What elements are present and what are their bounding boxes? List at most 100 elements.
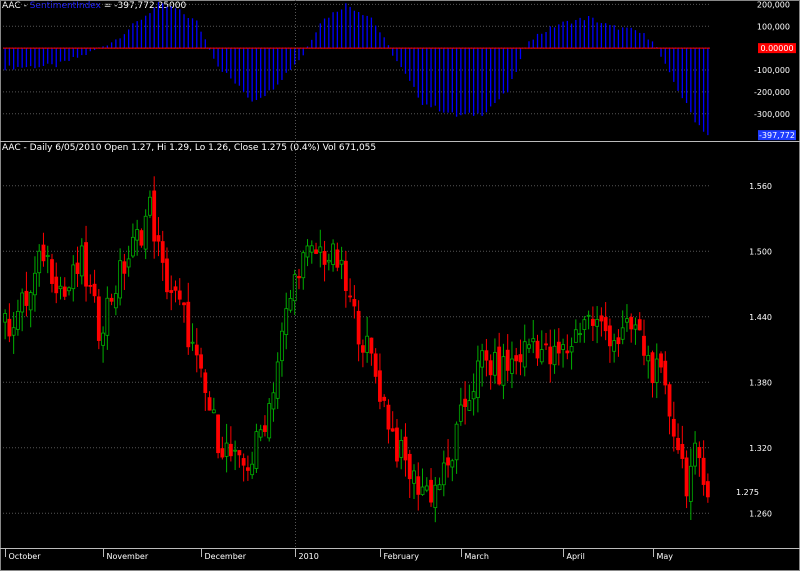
candle-body <box>245 467 250 471</box>
candle-body <box>578 333 582 336</box>
last-price-label: 1.275 <box>736 488 759 497</box>
candle-body <box>152 190 157 242</box>
candle-body <box>41 244 46 262</box>
candle-body <box>305 245 310 258</box>
candle-body <box>199 354 203 369</box>
candle-body <box>224 442 229 457</box>
candle-body <box>263 425 267 432</box>
candle-body <box>373 353 378 377</box>
candle-body <box>365 335 370 353</box>
candle-body <box>561 344 565 350</box>
candle-body <box>603 317 608 332</box>
candle-body <box>335 249 340 268</box>
candle-body <box>501 356 506 386</box>
candle-body <box>629 316 634 330</box>
month-label: February <box>384 552 420 561</box>
month-label: 2010 <box>299 552 319 561</box>
candle-body <box>395 427 399 462</box>
price-tick-label: 1.380 <box>749 378 772 387</box>
candle-body <box>237 450 242 456</box>
candle-body <box>71 264 76 290</box>
candle-body <box>75 262 80 274</box>
candle-body <box>586 314 591 317</box>
candle-body <box>539 349 544 363</box>
candle-body <box>54 276 59 294</box>
candle-body <box>339 259 344 265</box>
candle-body <box>616 337 621 345</box>
indicator-tick-label: -100,000 <box>754 66 790 75</box>
candle-body <box>556 341 561 354</box>
candle-body <box>671 418 676 437</box>
price-panel[interactable]: 1.560 1.500 1.440 1.380 1.320 1.260 1.275 <box>3 176 772 523</box>
candle-body <box>458 404 463 422</box>
candle-body <box>203 372 208 393</box>
candle-body <box>382 396 387 401</box>
candle-body <box>654 358 659 383</box>
month-label: October <box>9 552 42 561</box>
candle-body <box>646 355 651 362</box>
candle-body <box>688 465 693 502</box>
candle-body <box>50 259 54 284</box>
candle-body <box>475 360 480 398</box>
candle-body <box>160 241 165 263</box>
candle-body <box>637 319 642 331</box>
candle-body <box>620 327 625 340</box>
month-label: May <box>657 552 674 561</box>
month-label: April <box>567 552 585 561</box>
candle-body <box>156 235 161 242</box>
candle-body <box>386 404 391 430</box>
candle-body <box>62 286 67 297</box>
candle-body <box>241 458 246 466</box>
candle-body <box>360 345 365 353</box>
candle-body <box>288 298 293 311</box>
candle-body <box>667 384 672 417</box>
candle-body <box>228 443 233 457</box>
candle-body <box>701 457 706 485</box>
candle-body <box>190 341 195 344</box>
candle-body <box>437 484 442 491</box>
candle-body <box>522 341 527 368</box>
price-tick-label: 1.260 <box>749 509 772 518</box>
candle-body <box>37 250 42 274</box>
candle-body <box>407 453 412 480</box>
candle-body <box>416 476 421 495</box>
candle-body <box>267 403 272 439</box>
candle-body <box>599 315 604 322</box>
candle-body <box>608 325 612 347</box>
candle-body <box>275 361 280 399</box>
candle-body <box>565 350 570 354</box>
candle-body <box>693 442 697 467</box>
candle-body <box>463 398 468 407</box>
candle-body <box>220 448 225 458</box>
candle-body <box>625 318 629 323</box>
candle-body <box>680 443 685 459</box>
indicator-tick-label: -200,000 <box>754 88 790 97</box>
candle-body <box>326 259 331 263</box>
indicator-tick-label: -300,000 <box>754 110 790 119</box>
candle-body <box>467 400 472 411</box>
candle-body <box>250 463 255 476</box>
candle-body <box>84 242 88 287</box>
candle-body <box>297 276 301 279</box>
candle-body <box>109 297 114 302</box>
candle-body <box>697 446 702 459</box>
candle-body <box>254 431 259 469</box>
candle-body <box>399 440 404 458</box>
candle-body <box>590 318 595 326</box>
indicator-panel[interactable]: 200,000100,0000-100,000-200,000-300,0000… <box>3 0 796 141</box>
candle-body <box>207 397 212 411</box>
candle-body <box>535 340 540 359</box>
candle-body <box>131 236 135 257</box>
price-tick-label: 1.320 <box>749 444 772 453</box>
price-tick-label: 1.500 <box>749 247 772 256</box>
candle-body <box>343 260 348 291</box>
indicator-zero-label: 0.00000 <box>760 44 793 53</box>
candle-body <box>7 318 12 337</box>
stock-chart[interactable]: 200,000100,0000-100,000-200,000-300,0000… <box>0 0 800 571</box>
candle-body <box>433 484 438 509</box>
candle-body <box>3 313 8 323</box>
candle-body <box>314 249 318 254</box>
candle-body <box>258 429 263 438</box>
candle-body <box>514 355 519 362</box>
candle-body <box>118 260 123 299</box>
